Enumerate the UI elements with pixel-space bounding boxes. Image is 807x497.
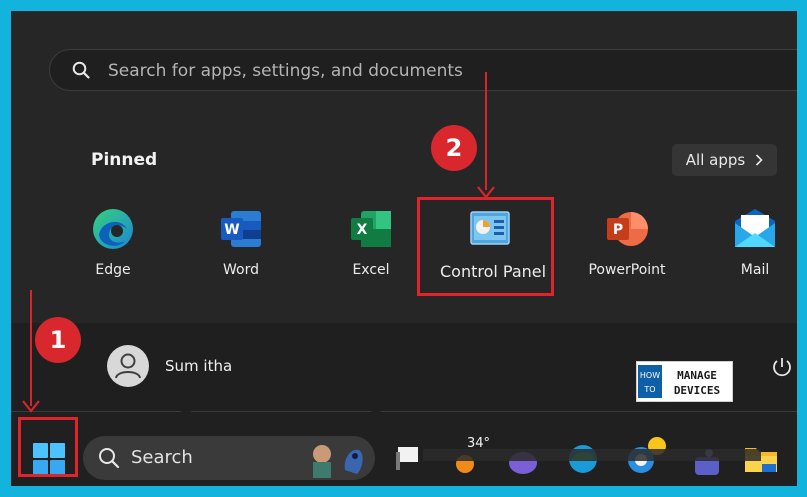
svg-text:HOW: HOW xyxy=(640,371,660,380)
start-menu-screenshot: Pinned All apps Edge xyxy=(11,11,797,486)
task-view-button[interactable] xyxy=(394,444,422,476)
svg-text:TO: TO xyxy=(643,385,655,394)
callout-badge-1: 1 xyxy=(35,317,81,363)
svg-text:X: X xyxy=(357,222,368,238)
all-apps-label: All apps xyxy=(685,151,746,169)
user-name[interactable]: Sum itha xyxy=(165,357,232,375)
all-apps-button[interactable]: All apps xyxy=(672,144,777,176)
power-icon xyxy=(773,358,791,377)
arrow-head-down-icon xyxy=(477,186,495,199)
search-icon xyxy=(99,448,120,469)
callout-arrow-2 xyxy=(485,72,487,190)
chevron-right-icon xyxy=(756,154,763,166)
edge-icon xyxy=(91,207,135,251)
callout-arrow-1 xyxy=(30,290,32,406)
avatar[interactable] xyxy=(107,345,149,387)
app-label: Word xyxy=(223,262,259,278)
svg-text:DEVICES: DEVICES xyxy=(674,384,720,397)
callout-badge-2: 2 xyxy=(431,125,477,171)
divider xyxy=(381,411,797,412)
svg-text:W: W xyxy=(224,222,239,238)
how-to-manage-devices-logo: HOW TO MANAGE DEVICES xyxy=(636,361,733,402)
search-highlight-illustration-icon xyxy=(313,445,363,478)
pinned-app-powerpoint[interactable]: P PowerPoint xyxy=(577,207,677,297)
pinned-app-edge[interactable]: Edge xyxy=(63,207,163,297)
app-label: PowerPoint xyxy=(588,262,666,278)
app-label: Edge xyxy=(95,262,131,278)
user-icon xyxy=(115,353,141,379)
pinned-heading: Pinned xyxy=(91,150,158,170)
svg-text:P: P xyxy=(613,222,623,238)
svg-text:MANAGE: MANAGE xyxy=(677,369,717,382)
start-search-box[interactable] xyxy=(49,49,797,92)
word-icon: W xyxy=(219,207,263,251)
app-label: Mail xyxy=(740,262,770,278)
mail-icon xyxy=(733,207,777,251)
search-icon xyxy=(72,61,90,79)
power-button[interactable] xyxy=(771,356,793,382)
search-input[interactable] xyxy=(106,50,710,92)
taskbar-search[interactable]: Search xyxy=(83,436,375,480)
taskbar-overlay-bar xyxy=(423,449,761,461)
arrow-head-down-icon xyxy=(22,400,40,413)
powerpoint-icon: P xyxy=(605,207,649,251)
task-view-icon xyxy=(396,447,418,470)
app-label: Excel xyxy=(352,262,390,278)
control-panel-highlight xyxy=(417,197,554,296)
pinned-app-excel[interactable]: X Excel xyxy=(321,207,421,297)
divider xyxy=(191,411,371,412)
pinned-app-word[interactable]: W Word xyxy=(191,207,291,297)
start-button-highlight xyxy=(18,417,78,477)
excel-icon: X xyxy=(349,207,393,251)
taskbar-search-label: Search xyxy=(131,447,193,468)
pinned-app-mail[interactable]: Mail xyxy=(705,207,797,297)
